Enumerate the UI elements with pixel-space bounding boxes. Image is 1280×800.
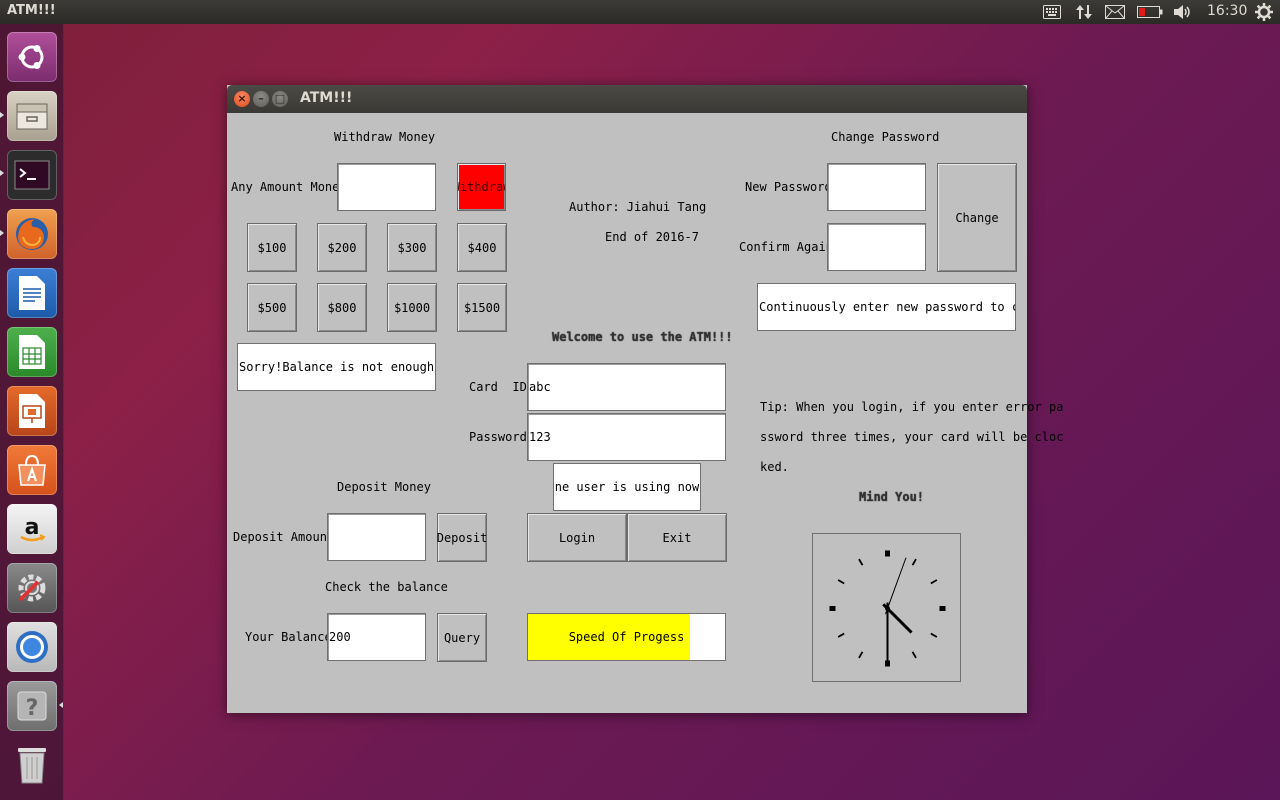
progress-label: Speed Of Progess	[568, 630, 685, 644]
calc-icon[interactable]	[7, 327, 57, 377]
help-icon[interactable]: ?	[7, 681, 57, 731]
new-password-label: New Password:	[745, 180, 839, 194]
user-status-message: One user is using now!	[553, 463, 701, 511]
clock-tick	[930, 579, 938, 585]
window-titlebar[interactable]: × – □ ATM!!!	[227, 85, 1027, 113]
running-indicator	[0, 230, 4, 237]
confirm-password-input[interactable]	[827, 223, 926, 271]
settings-gear-icon[interactable]	[1253, 0, 1275, 24]
withdraw-section-title: Withdraw Money	[334, 130, 436, 144]
files-icon[interactable]	[7, 91, 57, 141]
battery-icon[interactable]	[1137, 0, 1163, 24]
maximize-button[interactable]: □	[272, 91, 288, 107]
any-amount-input[interactable]	[337, 163, 436, 211]
launcher: a ?	[0, 24, 64, 800]
clock-tick	[911, 558, 917, 566]
deposit-amount-input[interactable]	[327, 513, 426, 561]
maximize-icon: □	[274, 92, 286, 105]
card-id-label: Card ID:	[469, 380, 535, 394]
deposit-button[interactable]: Deposit	[437, 513, 487, 562]
date-label: End of 2016-7	[605, 230, 699, 244]
trash-icon[interactable]	[7, 740, 57, 790]
clock-tick	[858, 558, 864, 566]
keyboard-icon[interactable]	[1041, 0, 1063, 24]
minimize-button[interactable]: –	[253, 91, 269, 107]
amazon-icon[interactable]: a	[7, 504, 57, 554]
firefox-icon[interactable]	[7, 209, 57, 259]
tip-line-3: ked.	[760, 460, 789, 474]
your-balance-label: Your Balance:	[245, 630, 339, 644]
query-button[interactable]: Query	[437, 613, 487, 662]
balance-display: 200	[327, 613, 426, 661]
panel-clock[interactable]: 16:30	[1207, 3, 1247, 19]
amount-1500-button[interactable]: $1500	[457, 283, 507, 332]
password-label: Password:	[469, 430, 535, 444]
atm-window: × – □ ATM!!! Withdraw Money Any Amount M…	[227, 85, 1063, 713]
author-label: Author: Jiahui Tang	[569, 200, 707, 214]
amount-400-button[interactable]: $400	[457, 223, 507, 272]
impress-icon[interactable]	[7, 386, 57, 436]
deposit-section-title: Deposit Money	[337, 480, 431, 494]
close-button[interactable]: ×	[234, 91, 250, 107]
clock-tick	[837, 632, 845, 638]
amount-200-button[interactable]: $200	[317, 223, 367, 272]
system-settings-icon[interactable]	[7, 563, 57, 613]
terminal-icon[interactable]	[7, 150, 57, 200]
clock-tick	[930, 632, 938, 638]
amount-300-button[interactable]: $300	[387, 223, 437, 272]
change-password-title: Change Password	[831, 130, 940, 144]
new-password-input[interactable]	[827, 163, 926, 211]
window-content: Withdraw Money Any Amount Money: Withdra…	[227, 113, 1063, 713]
svg-text:a: a	[25, 515, 40, 540]
change-password-button[interactable]: Change	[937, 163, 1017, 272]
confirm-password-label: Confirm Again:	[739, 240, 841, 254]
running-indicator	[0, 170, 4, 177]
second-hand	[884, 557, 907, 615]
check-balance-title: Check the balance	[325, 580, 448, 594]
withdraw-button[interactable]: Withdraw	[457, 163, 506, 211]
amount-100-button[interactable]: $100	[247, 223, 297, 272]
analog-clock	[812, 533, 961, 682]
welcome-label: Welcome to use the ATM!!!	[552, 330, 733, 344]
clock-tick	[837, 579, 845, 585]
password-input[interactable]: 123	[527, 413, 726, 461]
mind-you-label: Mind You!	[859, 490, 925, 504]
tip-line-1: Tip: When you login, if you enter error …	[760, 400, 1064, 414]
volume-icon[interactable]	[1172, 0, 1194, 24]
login-button[interactable]: Login	[527, 513, 627, 562]
clock-face	[829, 550, 946, 667]
active-indicator	[59, 702, 63, 709]
change-password-message: Continuously enter new password to chang…	[757, 283, 1016, 331]
amount-500-button[interactable]: $500	[247, 283, 297, 332]
active-app-title: ATM!!!	[7, 3, 56, 18]
deposit-amount-label: Deposit Amount:	[233, 530, 342, 544]
clock-tick	[858, 651, 864, 659]
mail-icon[interactable]	[1104, 0, 1126, 24]
withdraw-message: Sorry!Balance is not enough!	[237, 343, 436, 391]
clock-tick	[911, 651, 917, 659]
minimize-icon: –	[258, 92, 264, 105]
svg-text:?: ?	[26, 696, 39, 721]
running-indicator	[0, 112, 4, 119]
tip-line-2: ssword three times, your card will be cl…	[760, 430, 1064, 444]
amount-1000-button[interactable]: $1000	[387, 283, 437, 332]
top-panel: ATM!!! 16:30	[0, 0, 1280, 24]
amount-800-button[interactable]: $800	[317, 283, 367, 332]
exit-button[interactable]: Exit	[627, 513, 727, 562]
clock-center	[885, 606, 890, 611]
network-arrows-icon[interactable]	[1073, 0, 1095, 24]
close-icon: ×	[237, 92, 247, 105]
window-title: ATM!!!	[300, 90, 353, 106]
writer-icon[interactable]	[7, 268, 57, 318]
chromium-icon[interactable]	[7, 622, 57, 672]
progress-bar: Speed Of Progess	[527, 613, 726, 661]
any-amount-label: Any Amount Money:	[231, 180, 354, 194]
software-center-icon[interactable]	[7, 445, 57, 495]
card-id-input[interactable]: abc	[527, 363, 726, 411]
ubuntu-dash-icon[interactable]	[7, 32, 57, 82]
